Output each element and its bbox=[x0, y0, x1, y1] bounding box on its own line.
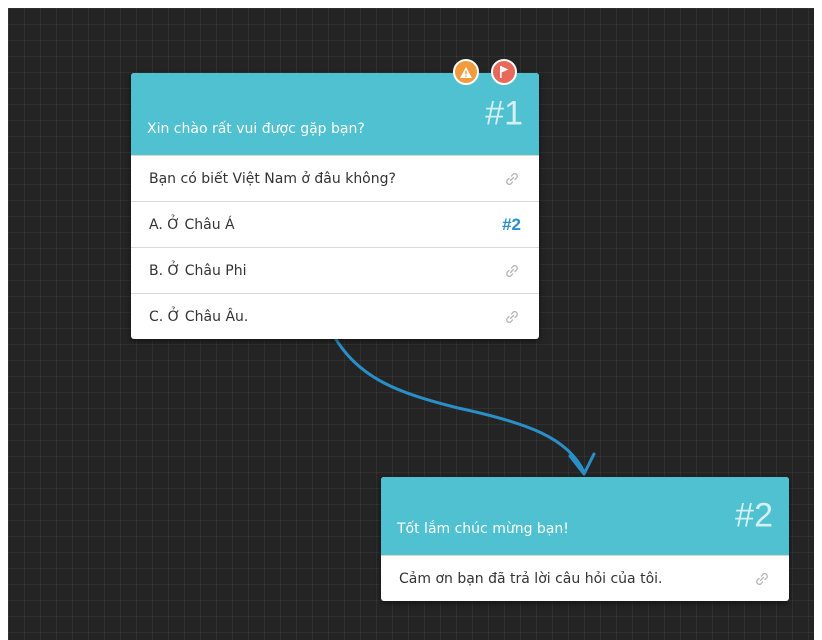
link-icon[interactable] bbox=[753, 570, 771, 588]
link-icon[interactable] bbox=[503, 308, 521, 326]
node-1-header[interactable]: Xin chào rất vui được gặp bạn? #1 bbox=[131, 73, 539, 155]
flag-icon[interactable] bbox=[491, 59, 517, 85]
node-2-title: Tốt lắm chúc mừng bạn! bbox=[397, 521, 569, 537]
node-1-row-option-a[interactable]: A. Ở Châu Á #2 bbox=[131, 201, 539, 247]
node-1-row-option-c[interactable]: C. Ở Châu Âu. bbox=[131, 293, 539, 339]
row-text: Bạn có biết Việt Nam ở đâu không? bbox=[149, 170, 396, 187]
node-2-row-message[interactable]: Cảm ơn bạn đã trả lời câu hỏi của tôi. bbox=[381, 555, 789, 601]
flow-node-2[interactable]: Tốt lắm chúc mừng bạn! #2 Cảm ơn bạn đã … bbox=[381, 477, 789, 601]
row-text: B. Ở Châu Phi bbox=[149, 262, 247, 279]
link-target-ref[interactable]: #2 bbox=[502, 215, 521, 235]
link-icon[interactable] bbox=[503, 170, 521, 188]
flow-canvas[interactable]: Xin chào rất vui được gặp bạn? #1 Bạn có… bbox=[8, 8, 814, 640]
node-2-number: #2 bbox=[735, 496, 773, 535]
flow-node-1[interactable]: Xin chào rất vui được gặp bạn? #1 Bạn có… bbox=[131, 59, 539, 339]
row-text: C. Ở Châu Âu. bbox=[149, 308, 249, 325]
node-1-row-option-b[interactable]: B. Ở Châu Phi bbox=[131, 247, 539, 293]
node-1-title: Xin chào rất vui được gặp bạn? bbox=[147, 121, 365, 137]
row-text: A. Ở Châu Á bbox=[149, 216, 235, 233]
link-icon[interactable] bbox=[503, 262, 521, 280]
node-1-row-question[interactable]: Bạn có biết Việt Nam ở đâu không? bbox=[131, 155, 539, 201]
node-2-header[interactable]: Tốt lắm chúc mừng bạn! #2 bbox=[381, 477, 789, 555]
node-1-number: #1 bbox=[485, 94, 523, 133]
warning-icon[interactable] bbox=[453, 59, 479, 85]
row-text: Cảm ơn bạn đã trả lời câu hỏi của tôi. bbox=[399, 570, 663, 587]
